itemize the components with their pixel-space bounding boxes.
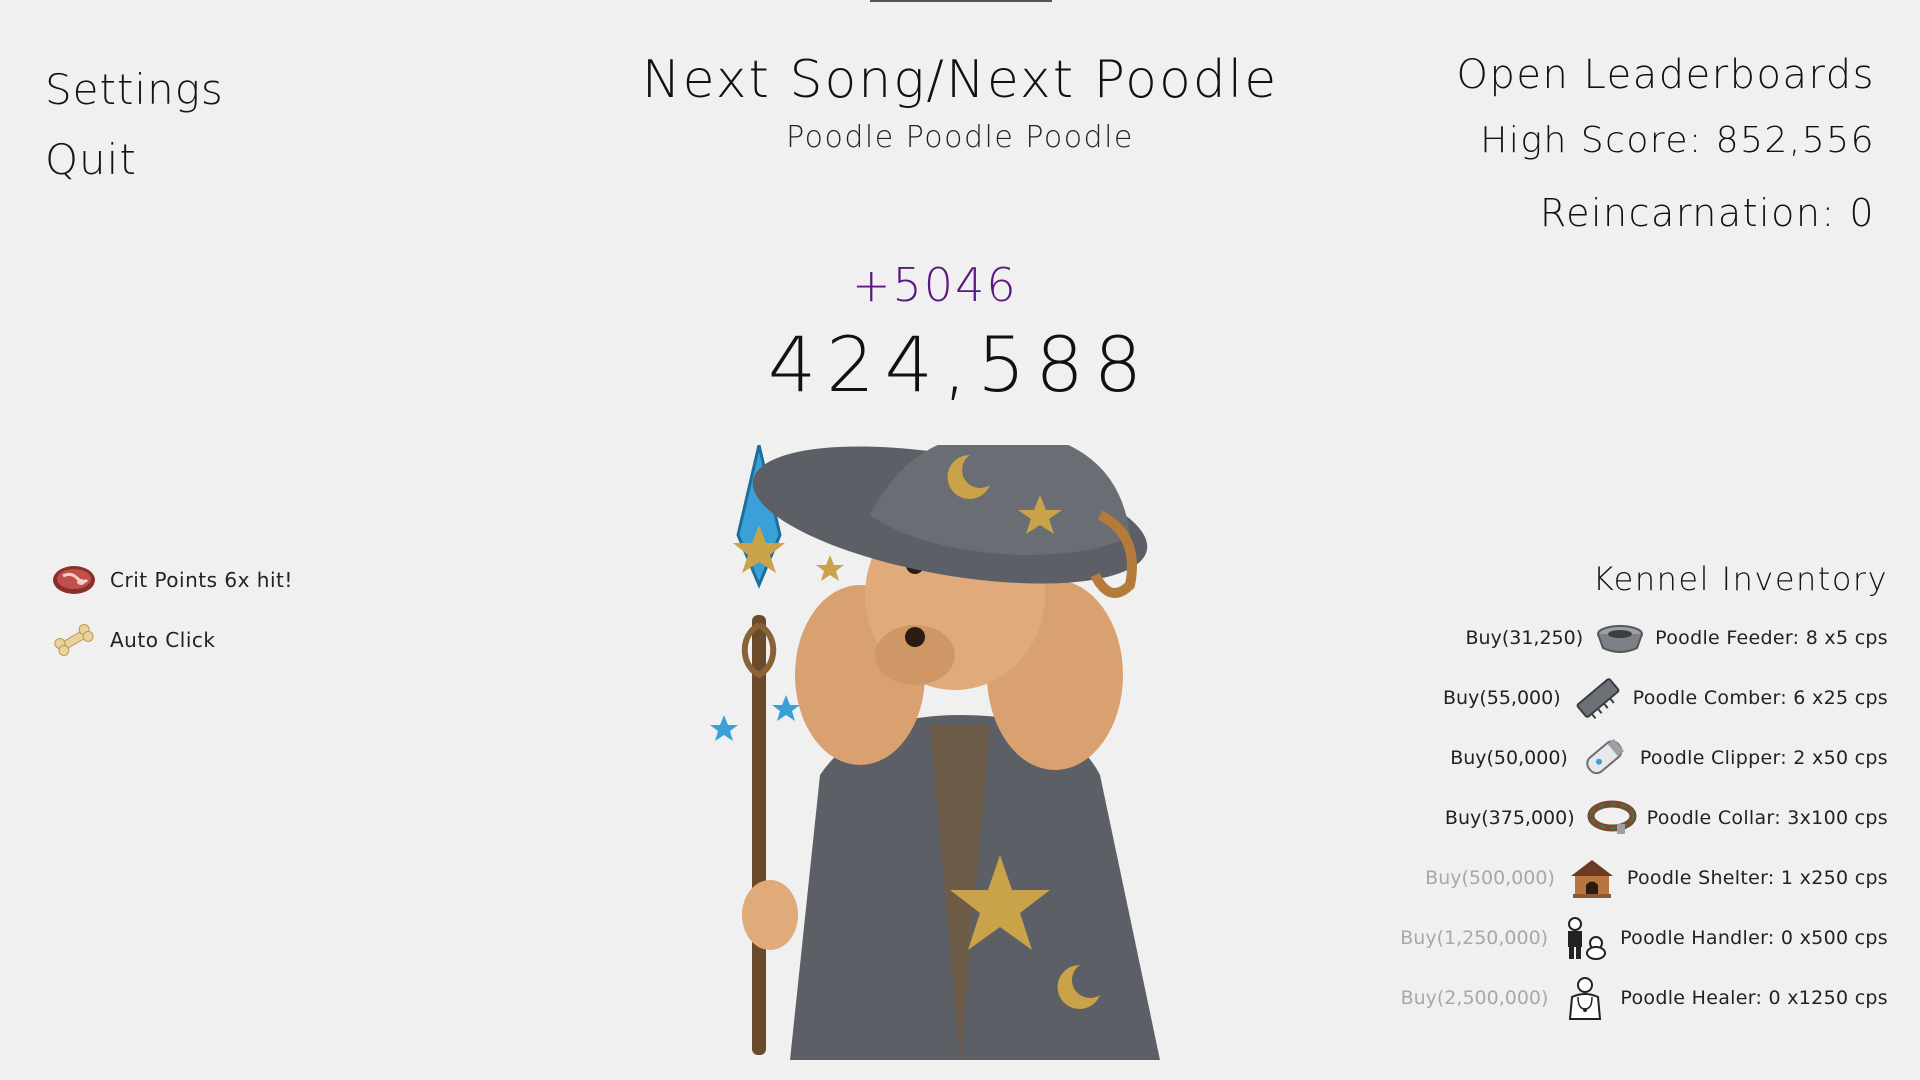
- settings-button[interactable]: Settings: [45, 55, 224, 125]
- inventory-item-shelter: Buy(500,000) Poodle Shelter: 1 x250 cps: [1368, 848, 1888, 908]
- buy-handler-button[interactable]: Buy(1,250,000): [1400, 927, 1548, 949]
- status-item: Crit Points 6x hit!: [50, 550, 293, 610]
- next-song-button[interactable]: Next Song/Next Poodle: [560, 50, 1360, 110]
- song-subtitle: Poodle Poodle Poodle: [786, 120, 1134, 155]
- buy-comber-button[interactable]: Buy(55,000): [1443, 687, 1561, 709]
- status-label: Crit Points 6x hit!: [110, 568, 293, 592]
- quit-button[interactable]: Quit: [45, 125, 224, 195]
- song-header: Next Song/Next Poodle Poodle Poodle Pood…: [560, 50, 1360, 155]
- handler-icon: [1558, 914, 1612, 962]
- inventory-item-label: Poodle Comber: 6 x25 cps: [1632, 687, 1888, 709]
- wizard-poodle-clicker[interactable]: [700, 431, 1220, 1060]
- doghouse-icon: [1565, 854, 1619, 902]
- inventory-item-healer: Buy(2,500,000) Poodle Healer: 0 x1250 cp…: [1368, 968, 1888, 1028]
- inventory-item-label: Poodle Shelter: 1 x250 cps: [1626, 867, 1888, 889]
- inventory-item-collar: Buy(375,000) Poodle Collar: 3x100 cps: [1368, 788, 1888, 848]
- comb-icon: [1571, 674, 1625, 722]
- status-item: Auto Click: [50, 610, 293, 670]
- bone-icon: [50, 620, 98, 660]
- main-menu: Settings Quit: [45, 55, 224, 195]
- high-score: High Score: 852,556: [1480, 120, 1875, 161]
- feeder-bowl-icon: [1593, 614, 1647, 662]
- score-counter: 424,588: [767, 320, 1153, 409]
- inventory-item-feeder: Buy(31,250) Poodle Feeder: 8 x5 cps: [1368, 608, 1888, 668]
- inventory-item-label: Poodle Healer: 0 x1250 cps: [1620, 987, 1888, 1009]
- score-gain: +5046: [852, 258, 1018, 312]
- healer-icon: [1558, 974, 1612, 1022]
- inventory-item-comber: Buy(55,000) Poodle Comber: 6 x25 cps: [1368, 668, 1888, 728]
- inventory-item-label: Poodle Clipper: 2 x50 cps: [1639, 747, 1888, 769]
- top-divider: [870, 0, 1052, 2]
- inventory-item-label: Poodle Feeder: 8 x5 cps: [1655, 627, 1888, 649]
- buy-clipper-button[interactable]: Buy(50,000): [1450, 747, 1568, 769]
- reincarnation-count: Reincarnation: 0: [1539, 191, 1875, 235]
- status-label: Auto Click: [110, 628, 216, 652]
- clipper-icon: [1578, 734, 1632, 782]
- inventory-item-handler: Buy(1,250,000) Poodle Handler: 0 x500 cp…: [1368, 908, 1888, 968]
- steak-icon: [50, 560, 98, 600]
- inventory-item-label: Poodle Collar: 3x100 cps: [1646, 807, 1888, 829]
- buy-feeder-button[interactable]: Buy(31,250): [1466, 627, 1584, 649]
- collar-icon: [1585, 794, 1639, 842]
- open-leaderboards-button[interactable]: Open Leaderboards: [1456, 52, 1875, 98]
- inventory-title: Kennel Inventory: [1592, 560, 1888, 598]
- inventory-item-label: Poodle Handler: 0 x500 cps: [1620, 927, 1888, 949]
- status-effects: Crit Points 6x hit! Auto Click: [50, 550, 293, 670]
- buy-healer-button[interactable]: Buy(2,500,000): [1401, 987, 1549, 1009]
- buy-shelter-button[interactable]: Buy(500,000): [1425, 867, 1555, 889]
- buy-collar-button[interactable]: Buy(375,000): [1445, 807, 1575, 829]
- kennel-inventory: Kennel Inventory Buy(31,250) Poodle Feed…: [1368, 560, 1888, 1028]
- stats-panel: Open Leaderboards High Score: 852,556 Re…: [1456, 52, 1875, 235]
- inventory-item-clipper: Buy(50,000) Poodle Clipper: 2 x50 cps: [1368, 728, 1888, 788]
